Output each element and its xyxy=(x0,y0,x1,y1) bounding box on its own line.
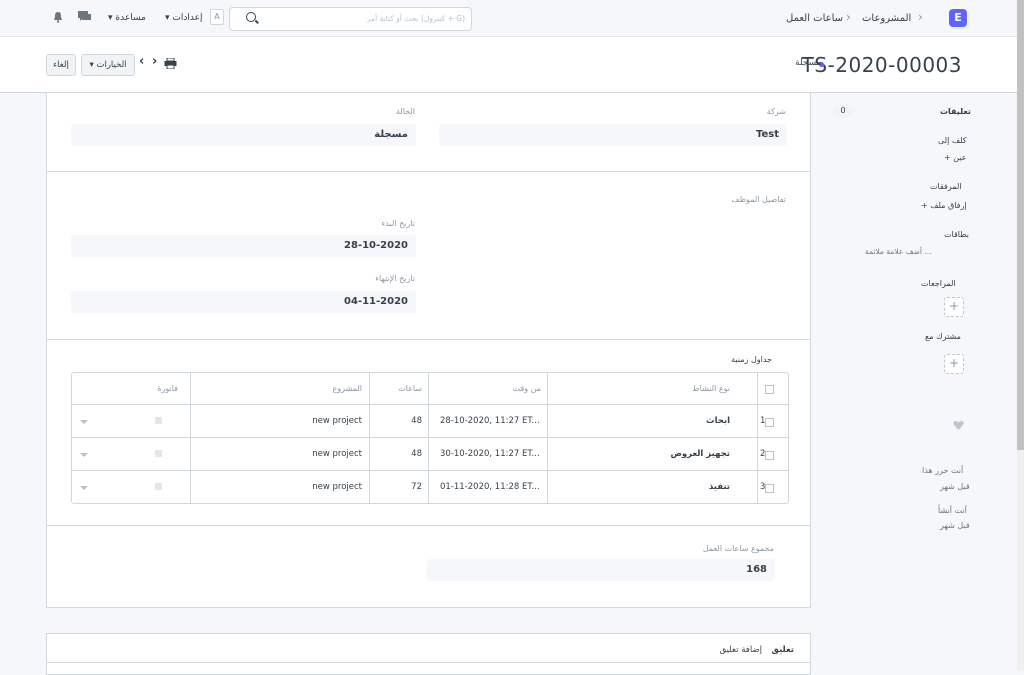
billable-checkbox[interactable] xyxy=(155,417,162,424)
total-hours-label: مجموع ساعات العمل xyxy=(702,544,774,553)
app-logo[interactable]: E xyxy=(949,9,967,27)
header-hours: ساعات xyxy=(398,384,422,393)
section-divider xyxy=(47,171,810,172)
chat-icon[interactable] xyxy=(78,11,92,23)
start-date-field[interactable]: 28-10-2020 xyxy=(71,235,416,257)
reviews-label: المراجعات xyxy=(921,279,956,288)
timesheet-label: جداول زمنية xyxy=(731,355,772,364)
table-row[interactable]: 1 ابحاث 28-10-2020, 11:27 ET... 48 new p… xyxy=(72,404,788,437)
row-expand-icon[interactable] xyxy=(80,453,88,457)
assign-link[interactable]: + عين xyxy=(944,153,967,162)
prev-doc-icon[interactable]: ‹ xyxy=(139,54,144,69)
row-checkbox[interactable] xyxy=(765,484,774,493)
table-row[interactable]: 2 تجهيز العروض 30-10-2020, 11:27 ET... 4… xyxy=(72,437,788,470)
section-divider xyxy=(47,525,810,526)
project-cell[interactable]: new project xyxy=(312,438,362,470)
row-checkbox[interactable] xyxy=(765,451,774,460)
avatar[interactable]: A xyxy=(210,9,224,25)
header-billable: فاتورة xyxy=(157,384,178,393)
breadcrumb-timesheet[interactable]: ساعات العمل xyxy=(786,13,843,24)
activity-type-cell[interactable]: تجهيز العروض xyxy=(670,438,730,470)
activity-type-cell[interactable]: تنفيذ xyxy=(709,471,730,503)
time-logs-table: نوع النشاط من وقت ساعات المشروع فاتورة 1… xyxy=(71,372,789,504)
status-label: الحالة xyxy=(396,107,415,116)
settings-dropdown[interactable]: ▾ إعدادات xyxy=(165,13,202,23)
edited-time: قبل شهر xyxy=(940,482,970,491)
end-date-field[interactable]: 04-11-2020 xyxy=(71,291,416,313)
page-title: TS-2020-00003 xyxy=(801,53,962,77)
from-time-cell[interactable]: 28-10-2020, 11:27 ET... xyxy=(440,405,540,437)
scrollbar-thumb[interactable] xyxy=(1017,0,1024,450)
settings-label: إعدادات xyxy=(172,13,203,23)
comments-label: تعليقات xyxy=(940,107,971,116)
add-review-button[interactable]: + xyxy=(944,297,964,317)
hours-cell[interactable]: 48 xyxy=(411,405,422,437)
section-divider xyxy=(47,339,810,340)
activity-type-cell[interactable]: ابحاث xyxy=(706,405,730,437)
options-button[interactable]: ▾ الخيارات xyxy=(81,54,135,76)
row-index: 2 xyxy=(760,449,766,459)
tags-label: بطاقات xyxy=(944,230,970,239)
row-expand-icon[interactable] xyxy=(80,486,88,490)
attach-file-link[interactable]: + إرفاق ملف xyxy=(921,201,967,210)
share-button[interactable]: + xyxy=(944,354,964,374)
hours-cell[interactable]: 72 xyxy=(411,471,422,503)
row-checkbox[interactable] xyxy=(765,418,774,427)
from-time-cell[interactable]: 30-10-2020, 11:27 ET... xyxy=(440,438,540,470)
billable-checkbox[interactable] xyxy=(155,450,162,457)
status-field: مسجلة xyxy=(71,124,416,146)
add-tag-link[interactable]: أضف علامة ملائمة ... xyxy=(865,247,931,256)
employee-details-label: تفاصيل الموظف xyxy=(731,195,786,204)
attachments-label: المرفقات xyxy=(930,182,962,191)
header-activity-type: نوع النشاط xyxy=(692,384,730,393)
navbar: E › المشروعات › ساعات العمل بحث أو كتابة… xyxy=(0,0,1024,37)
total-hours-field: 168 xyxy=(427,559,775,581)
search-input[interactable]: بحث أو كتابة أمر (كنترول + G) xyxy=(229,7,472,31)
billable-checkbox[interactable] xyxy=(155,483,162,490)
table-row[interactable]: 3 تنفيذ 01-11-2020, 11:28 ET... 72 new p… xyxy=(72,470,788,503)
company-label: شركة xyxy=(766,107,786,116)
print-icon[interactable] xyxy=(164,58,177,69)
cancel-button[interactable]: إلغاء xyxy=(46,54,76,76)
form-layout: شركة Test الحالة مسجلة تفاصيل الموظف تار… xyxy=(46,93,811,608)
comment-box: تعليق إضافة تعليق xyxy=(46,633,811,675)
edited-by-text: أنت حرر هذا xyxy=(922,466,964,475)
help-dropdown[interactable]: ▾ مساعدة xyxy=(108,13,146,23)
next-doc-icon[interactable]: › xyxy=(152,54,157,69)
created-by-text: أنت أنشأ xyxy=(938,506,967,515)
hours-cell[interactable]: 48 xyxy=(411,438,422,470)
page-head: TS-2020-00003 مسجلة › ‹ ▾ الخيارات إلغاء xyxy=(0,37,1024,93)
from-time-cell[interactable]: 01-11-2020, 11:28 ET... xyxy=(440,471,540,503)
heart-icon[interactable] xyxy=(953,420,964,430)
project-cell[interactable]: new project xyxy=(312,471,362,503)
search-icon xyxy=(246,12,256,22)
comment-tab[interactable]: تعليق xyxy=(771,645,794,655)
start-date-label: تاريخ البدء xyxy=(381,219,416,228)
row-index: 1 xyxy=(760,416,766,426)
options-label: الخيارات xyxy=(96,60,127,70)
comment-divider xyxy=(47,662,810,663)
created-time: قبل شهر xyxy=(940,521,970,530)
help-label: مساعدة xyxy=(115,13,146,23)
header-project: المشروع xyxy=(332,384,362,393)
shared-with-label: مشترك مع xyxy=(925,332,961,341)
select-all-checkbox[interactable] xyxy=(765,385,774,394)
header-from-time: من وقت xyxy=(512,384,541,393)
add-comment-tab[interactable]: إضافة تعليق xyxy=(720,645,762,655)
status-indicator: مسجلة xyxy=(795,58,822,68)
row-index: 3 xyxy=(760,482,766,492)
breadcrumb-projects[interactable]: المشروعات xyxy=(862,13,911,24)
row-expand-icon[interactable] xyxy=(80,420,88,424)
end-date-label: تاريخ الإنتهاء xyxy=(375,274,415,283)
company-field[interactable]: Test xyxy=(439,124,787,146)
comments-count-badge: 0 xyxy=(834,104,852,118)
chevron-right-icon: › xyxy=(918,10,923,24)
bell-icon[interactable] xyxy=(53,12,63,23)
assigned-to-label: كلف إلى xyxy=(938,136,967,145)
project-cell[interactable]: new project xyxy=(312,405,362,437)
chevron-right-icon: › xyxy=(846,10,851,24)
search-placeholder: بحث أو كتابة أمر (كنترول + G) xyxy=(366,14,465,23)
